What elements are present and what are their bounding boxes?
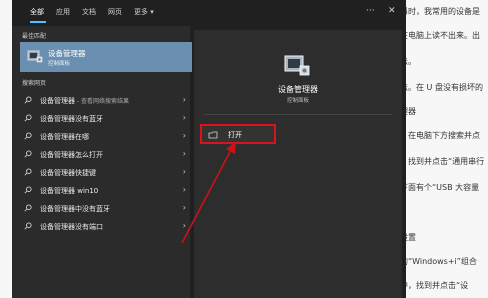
chevron-right-icon[interactable]: › bbox=[183, 95, 186, 104]
web-suggestion-text: 设备管理器快捷键 bbox=[40, 168, 96, 178]
web-suggestion-query: 设备管理器中没有蓝牙 bbox=[40, 205, 110, 213]
tab-web[interactable]: 网页 bbox=[108, 7, 122, 17]
active-tab-indicator bbox=[30, 21, 46, 23]
best-match-subtitle: 控制面板 bbox=[48, 61, 71, 67]
web-suggestion-text: 设备管理器怎么打开 bbox=[40, 150, 103, 160]
best-match-title: 设备管理器 bbox=[48, 49, 86, 58]
chevron-right-icon[interactable]: › bbox=[183, 221, 186, 230]
tab-more[interactable]: 更多 ▾ bbox=[134, 7, 154, 17]
chevron-right-icon[interactable]: › bbox=[183, 149, 186, 158]
document-line: 的“Windows+i”组合 bbox=[400, 257, 477, 266]
web-suggestion-text: 设备管理器没有蓝牙 bbox=[40, 114, 103, 124]
document-line: 料时，我常用的设备是 bbox=[400, 7, 480, 16]
web-suggestion-item[interactable]: 设备管理器在哪 › bbox=[20, 128, 192, 144]
web-suggestion-item[interactable]: 设备管理器没有蓝牙 › bbox=[20, 110, 192, 126]
close-icon[interactable]: ✕ bbox=[388, 6, 396, 16]
search-tabs-bar: 全部 应用 文档 网页 更多 ▾ ··· ✕ bbox=[12, 0, 406, 26]
web-suggestion-text: 设备管理器没有端口 bbox=[40, 222, 103, 232]
web-suggestion-item[interactable]: 设备管理器 - 查看网络搜索结果 › bbox=[20, 92, 192, 108]
open-action-button[interactable]: 打开 bbox=[200, 124, 276, 144]
document-line: ，找到并点击“通用串行 bbox=[400, 157, 485, 166]
detail-divider bbox=[204, 114, 392, 115]
chevron-right-icon[interactable]: › bbox=[183, 167, 186, 176]
web-suggestions-label: 搜索网页 bbox=[22, 80, 47, 87]
open-action-label: 打开 bbox=[228, 131, 242, 139]
tab-apps[interactable]: 应用 bbox=[56, 7, 70, 17]
search-icon bbox=[24, 96, 32, 104]
search-icon bbox=[24, 222, 32, 230]
web-suggestion-query: 设备管理器没有蓝牙 bbox=[40, 115, 103, 123]
web-suggestion-text: 设备管理器中没有蓝牙 bbox=[40, 204, 110, 214]
best-match-label: 最佳匹配 bbox=[22, 33, 47, 40]
tab-documents[interactable]: 文档 bbox=[82, 7, 96, 17]
detail-title: 设备管理器 bbox=[278, 85, 318, 94]
search-icon bbox=[24, 150, 32, 158]
document-line: 中，找到并点击“设 bbox=[400, 281, 469, 290]
web-suggestion-text: 设备管理器 - 查看网络搜索结果 bbox=[40, 96, 129, 106]
results-list-pane: 最佳匹配 设备管理器 控制面板 搜索网页 设备管理器 - 查看网络搜索结果 › 设备… bbox=[12, 26, 192, 298]
search-icon bbox=[24, 204, 32, 212]
chevron-right-icon[interactable]: › bbox=[183, 113, 186, 122]
device-manager-large-icon bbox=[284, 55, 310, 76]
web-suggestion-text: 设备管理器 win10 bbox=[40, 186, 98, 196]
search-icon bbox=[24, 132, 32, 140]
document-line: 下面有个“USB 大容量 bbox=[400, 183, 480, 192]
web-suggestion-query: 设备管理器没有端口 bbox=[40, 223, 103, 231]
web-suggestion-item[interactable]: 设备管理器没有端口 › bbox=[20, 218, 192, 234]
web-suggestion-query: 设备管理器 bbox=[40, 97, 75, 105]
detail-pane: 设备管理器 控制面板 打开 bbox=[194, 30, 402, 298]
web-suggestion-item[interactable]: 设备管理器快捷键 › bbox=[20, 164, 192, 180]
search-icon bbox=[24, 114, 32, 122]
more-options-icon[interactable]: ··· bbox=[366, 6, 375, 16]
web-suggestion-subtext: - 查看网络搜索结果 bbox=[75, 98, 129, 105]
web-suggestion-query: 设备管理器在哪 bbox=[40, 133, 89, 141]
document-line: ，在电脑下方搜索并点 bbox=[400, 131, 480, 140]
detail-subtitle: 控制面板 bbox=[286, 98, 309, 104]
web-suggestion-item[interactable]: 设备管理器怎么打开 › bbox=[20, 146, 192, 162]
chevron-right-icon[interactable]: › bbox=[183, 185, 186, 194]
document-line: 法。在 U 盘没有损坏的 bbox=[400, 83, 483, 92]
web-suggestion-query: 设备管理器快捷键 bbox=[40, 169, 96, 177]
search-icon bbox=[24, 186, 32, 194]
tab-all[interactable]: 全部 bbox=[30, 7, 44, 17]
open-icon bbox=[208, 131, 218, 139]
document-line: 在电脑上读不出来。出 bbox=[400, 31, 480, 40]
chevron-right-icon[interactable]: › bbox=[183, 203, 186, 212]
device-manager-icon bbox=[27, 50, 43, 63]
web-suggestion-text: 设备管理器在哪 bbox=[40, 132, 89, 142]
search-icon bbox=[24, 168, 32, 176]
web-suggestion-query: 设备管理器 win10 bbox=[40, 187, 99, 195]
web-suggestion-query: 设备管理器怎么打开 bbox=[40, 151, 103, 159]
web-suggestion-item[interactable]: 设备管理器 win10 › bbox=[20, 182, 192, 198]
web-suggestion-item[interactable]: 设备管理器中没有蓝牙 › bbox=[20, 200, 192, 216]
start-search-window: 全部 应用 文档 网页 更多 ▾ ··· ✕ 最佳匹配 设备管理器 控制面板 搜… bbox=[12, 0, 406, 298]
best-match-item[interactable]: 设备管理器 控制面板 bbox=[20, 42, 192, 72]
chevron-right-icon[interactable]: › bbox=[183, 131, 186, 140]
